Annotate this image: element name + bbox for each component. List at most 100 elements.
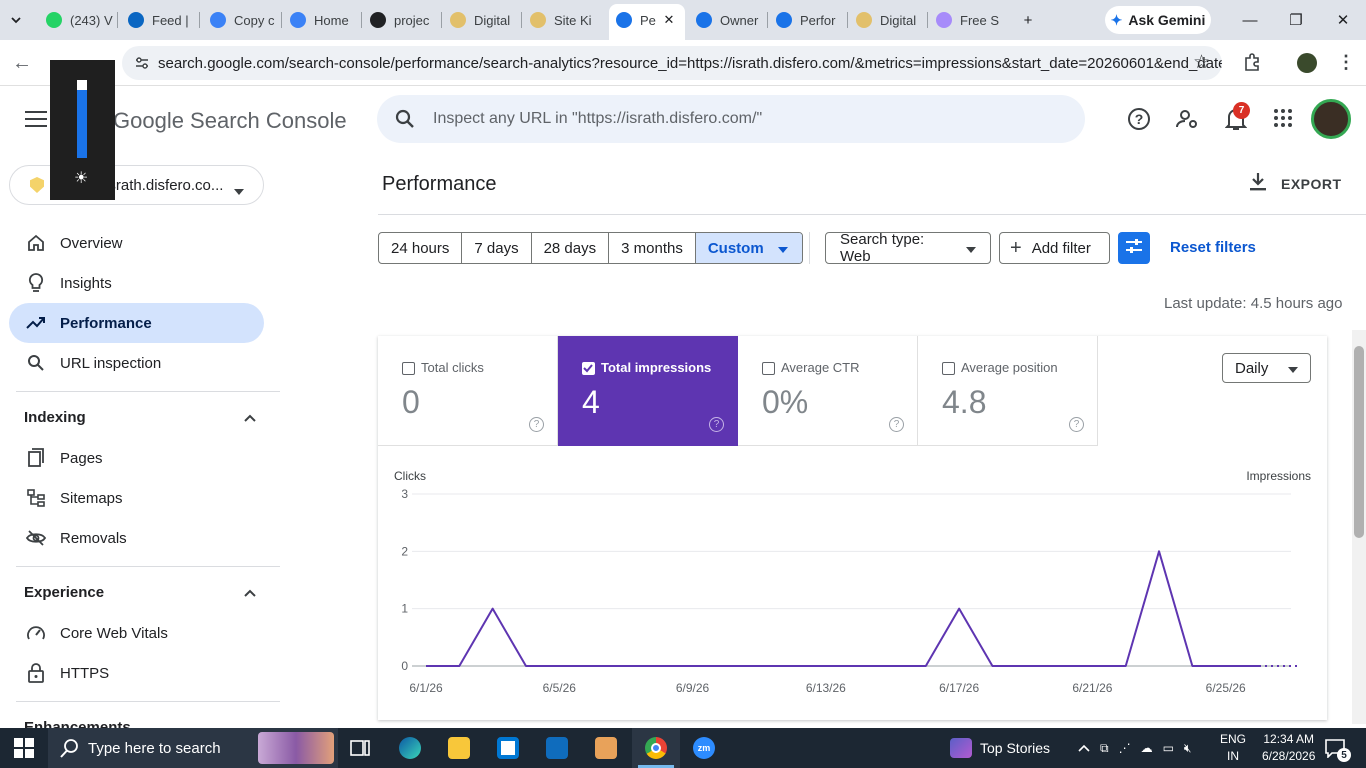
granularity-select[interactable]: Daily <box>1222 353 1311 383</box>
metric-checkbox[interactable] <box>582 362 595 375</box>
help-icon[interactable]: ? <box>1069 417 1084 432</box>
brightness-overlay-widget[interactable]: ☀ <box>50 60 115 200</box>
manage-users-icon[interactable] <box>1175 107 1199 136</box>
address-bar[interactable]: search.google.com/search-console/perform… <box>122 46 1222 80</box>
camera-icon[interactable]: ⧉ <box>1100 741 1109 756</box>
sidebar-item-sitemaps[interactable]: Sitemaps <box>9 478 264 518</box>
taskbar-search[interactable]: Type here to search <box>48 728 338 768</box>
windows-start-icon[interactable] <box>14 738 34 763</box>
volume-muted-icon[interactable]: 🔇︎ <box>1184 741 1192 756</box>
browser-menu-icon[interactable]: ⋮ <box>1337 52 1355 73</box>
apps-grid-icon[interactable] <box>1273 108 1293 133</box>
sidebar-section-enhancements[interactable]: Enhancements <box>24 719 256 728</box>
sidebar-item-overview[interactable]: Overview <box>9 223 264 263</box>
tab-separator <box>927 12 928 28</box>
browser-tab[interactable]: Free S <box>936 8 1004 32</box>
tab-label: Free S <box>960 12 1000 28</box>
browser-tab[interactable]: Owner <box>696 8 768 32</box>
sidebar-item-url-inspection[interactable]: URL inspection <box>9 343 264 383</box>
help-icon[interactable]: ? <box>889 417 904 432</box>
date-range-24-hours[interactable]: 24 hours <box>379 233 463 263</box>
sidebar-item-removals[interactable]: Removals <box>9 518 264 558</box>
metric-checkbox[interactable] <box>942 362 955 375</box>
site-info-icon[interactable] <box>134 55 150 75</box>
filter-settings-button[interactable] <box>1118 232 1150 264</box>
zoom-icon[interactable]: zm <box>693 737 715 759</box>
language-indicator[interactable]: ENG IN <box>1220 731 1246 765</box>
brightness-slider[interactable] <box>77 80 87 158</box>
ask-gemini-button[interactable]: ✦ Ask Gemini <box>1105 6 1211 34</box>
outlook-icon[interactable] <box>546 737 568 759</box>
sidebar-item-pages[interactable]: Pages <box>9 438 264 478</box>
task-view-icon[interactable] <box>349 737 371 759</box>
scrollbar-thumb[interactable] <box>1354 346 1364 538</box>
edge-icon[interactable] <box>399 737 421 759</box>
browser-tab[interactable]: Perfor <box>776 8 848 32</box>
sidebar-item-performance[interactable]: Performance <box>9 303 264 343</box>
account-avatar[interactable] <box>1311 99 1351 139</box>
date-range-custom[interactable]: Custom <box>695 233 802 263</box>
tab-search-icon[interactable] <box>8 8 24 32</box>
chevron-up-icon[interactable] <box>1078 741 1090 755</box>
sidebar-item-label: Overview <box>60 234 123 252</box>
metric-average-ctr[interactable]: Average CTR 0% ? <box>738 336 918 446</box>
lightbulb-icon <box>26 273 46 293</box>
sidebar-section-indexing[interactable]: Indexing <box>24 409 256 426</box>
browser-tab[interactable]: Feed | <box>128 8 200 32</box>
sidebar-item-core-web-vitals[interactable]: Core Web Vitals <box>9 613 264 653</box>
metric-total-impressions[interactable]: Total impressions 4 ? <box>558 336 738 446</box>
maximize-icon[interactable]: ❐ <box>1284 8 1308 32</box>
sidebar-item-https[interactable]: HTTPS <box>9 653 264 693</box>
back-arrow-icon[interactable]: ← <box>12 52 32 75</box>
extensions-icon[interactable] <box>1243 52 1263 77</box>
browser-tab[interactable]: Digital <box>856 8 928 32</box>
browser-tab[interactable]: Pe <box>616 8 662 32</box>
metric-average-position[interactable]: Average position 4.8 ? <box>918 336 1098 446</box>
date-range-28-days[interactable]: 28 days <box>532 233 610 263</box>
network-icon[interactable]: ⋰ <box>1119 741 1131 755</box>
metric-label: Total clicks <box>421 360 484 375</box>
bookmark-star-icon[interactable]: ☆ <box>1193 51 1210 74</box>
metric-checkbox[interactable] <box>402 362 415 375</box>
new-tab-button[interactable]: + <box>1016 8 1040 32</box>
sidebar-section-experience[interactable]: Experience <box>24 584 256 601</box>
browser-tab[interactable]: (243) V <box>46 8 118 32</box>
export-button[interactable]: EXPORT <box>1249 172 1342 195</box>
profile-avatar[interactable] <box>1297 53 1317 73</box>
metric-total-clicks[interactable]: Total clicks 0 ? <box>378 336 558 446</box>
x-tick-label: 6/1/26 <box>409 681 443 695</box>
help-icon[interactable]: ? <box>709 417 724 432</box>
tab-label: Home <box>314 12 349 28</box>
shield-icon <box>530 12 546 28</box>
date-range-7-days[interactable]: 7 days <box>462 233 532 263</box>
taskbar-clock[interactable]: 12:34 AM 6/28/2026 <box>1262 731 1315 765</box>
close-window-icon[interactable]: ✕ <box>1331 8 1355 32</box>
reset-filters-link[interactable]: Reset filters <box>1170 239 1256 256</box>
metric-checkbox[interactable] <box>762 362 775 375</box>
hamburger-menu-icon[interactable] <box>25 110 47 133</box>
chrome-taskbar-active[interactable] <box>632 728 680 768</box>
url-inspect-search[interactable]: Inspect any URL in "https://israth.disfe… <box>377 95 1085 143</box>
sidebar-divider <box>16 566 280 567</box>
help-icon[interactable]: ? <box>1127 107 1151 136</box>
browser-tab[interactable]: Copy c <box>210 8 282 32</box>
microsoft-store-icon[interactable] <box>497 737 519 759</box>
cloud-icon[interactable]: ☁ <box>1141 741 1153 755</box>
file-explorer-icon[interactable] <box>448 737 470 759</box>
browser-tab[interactable]: Site Ki <box>530 8 602 32</box>
news-widget[interactable]: Top Stories <box>950 728 1050 768</box>
property-selector[interactable]: https://israth.disfero.co... <box>9 165 264 205</box>
home-icon <box>26 233 46 253</box>
battery-icon[interactable]: ▭ <box>1163 741 1174 755</box>
sidebar-item-insights[interactable]: Insights <box>9 263 264 303</box>
add-filter-button[interactable]: + Add filter <box>999 232 1110 264</box>
close-tab-icon[interactable]: ✕ <box>657 8 681 32</box>
browser-tab[interactable]: projec <box>370 8 442 32</box>
minimize-icon[interactable]: — <box>1238 8 1262 32</box>
date-range-3-months[interactable]: 3 months <box>609 233 696 263</box>
browser-tab[interactable]: Digital <box>450 8 522 32</box>
browser-tab[interactable]: Home <box>290 8 362 32</box>
help-icon[interactable]: ? <box>529 417 544 432</box>
media-player-icon[interactable] <box>595 737 617 759</box>
search-type-filter[interactable]: Search type: Web <box>825 231 991 265</box>
